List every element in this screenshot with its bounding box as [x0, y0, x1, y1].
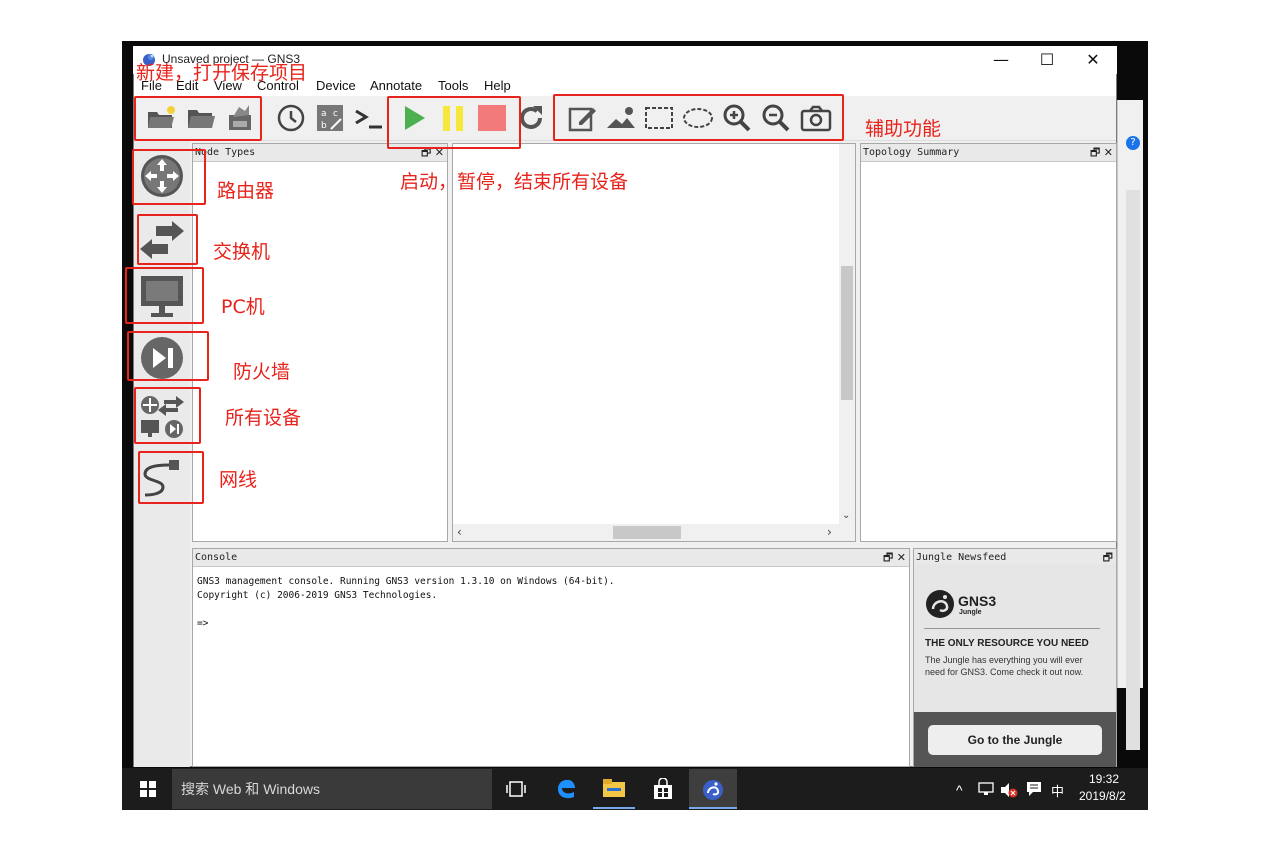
- chevron-right-icon[interactable]: ›: [827, 525, 832, 539]
- jungle-body: The Jungle has everything you will ever …: [925, 655, 1084, 677]
- panel-title: Topology Summary 🗗 ✕: [861, 144, 1116, 162]
- store-icon[interactable]: [652, 778, 674, 800]
- router-highlight: [132, 149, 206, 205]
- console-panel: Console 🗗 ✕ GNS3 management console. Runn…: [192, 548, 910, 767]
- close-button[interactable]: ✕: [1070, 48, 1116, 72]
- volume-muted-icon[interactable]: [1000, 782, 1018, 798]
- minimize-button[interactable]: —: [978, 48, 1024, 72]
- canvas-vertical-scroll-thumb[interactable]: [841, 266, 853, 400]
- clock-date[interactable]: 2019/8/2: [1079, 789, 1126, 803]
- edge-browser-icon[interactable]: [555, 777, 577, 799]
- jungle-newsfeed-title: Jungle Newsfeed: [916, 552, 1007, 563]
- panel-title: Console 🗗 ✕: [193, 549, 909, 567]
- canvas-vertical-scrollbar[interactable]: ⌄: [839, 144, 855, 524]
- console-title: Console: [195, 552, 238, 563]
- gns3-jungle-logo-icon: [926, 590, 954, 618]
- action-center-icon[interactable]: [1026, 781, 1042, 797]
- taskbar-search-box[interactable]: 搜索 Web 和 Windows: [172, 769, 492, 809]
- menu-device[interactable]: Device: [316, 78, 356, 93]
- annotation-cable: 网线: [219, 469, 258, 491]
- background-scrollbar[interactable]: [1126, 190, 1140, 750]
- firewall-highlight: [127, 331, 209, 381]
- go-to-jungle-button[interactable]: Go to the Jungle: [928, 725, 1102, 755]
- jungle-logo-text: GNS3: [958, 593, 997, 609]
- all-devices-highlight: [134, 387, 201, 444]
- help-icon[interactable]: ?: [1126, 136, 1140, 150]
- panel-float-close-buttons[interactable]: 🗗 ✕: [883, 549, 906, 566]
- tray-chevron-icon[interactable]: ^: [956, 782, 963, 798]
- windows-start-icon[interactable]: [140, 781, 156, 797]
- jungle-divider: [924, 628, 1100, 629]
- console-prompt[interactable]: =>: [197, 618, 208, 629]
- clock-time[interactable]: 19:32: [1089, 772, 1119, 786]
- console-all-button[interactable]: [351, 100, 387, 136]
- gns3-taskbar-icon: [703, 780, 723, 800]
- cable-highlight: [138, 451, 204, 504]
- svg-text:b: b: [321, 121, 327, 131]
- background-window-edge: ?: [1117, 100, 1143, 750]
- terminal-icon: [355, 109, 382, 129]
- canvas-horizontal-scrollbar[interactable]: ‹ ›: [453, 524, 855, 541]
- ime-indicator[interactable]: 中: [1051, 781, 1064, 800]
- svg-text:a: a: [321, 109, 327, 119]
- topology-canvas[interactable]: ⌄ ‹ ›: [452, 143, 856, 542]
- console-line: Copyright (c) 2006-2019 GNS3 Technologie…: [197, 590, 438, 601]
- annotation-start-pause-stop: 启动，暂停，结束所有设备: [400, 171, 629, 193]
- aux-tools-highlight: [553, 94, 844, 141]
- annotation-router: 路由器: [217, 180, 275, 202]
- annotation-firewall: 防火墙: [233, 361, 291, 383]
- menu-tools[interactable]: Tools: [438, 78, 468, 93]
- file-ops-highlight: [134, 96, 262, 141]
- panel-float-close-buttons[interactable]: 🗗 ✕: [1090, 144, 1113, 161]
- annotation-file-ops: 新建，打开保存项目: [136, 62, 308, 84]
- abc-labels-icon: a cb: [317, 105, 343, 131]
- annotation-switch: 交换机: [213, 241, 271, 263]
- annotation-aux: 辅助功能: [865, 118, 942, 140]
- annotation-pc: PC机: [221, 296, 265, 318]
- switch-highlight: [137, 214, 198, 265]
- topology-summary-panel: Topology Summary 🗗 ✕: [860, 143, 1117, 542]
- snapshot-button[interactable]: [273, 100, 309, 136]
- topology-summary-title: Topology Summary: [863, 147, 960, 158]
- svg-text:c: c: [333, 109, 338, 119]
- network-icon[interactable]: [978, 782, 994, 796]
- console-line: GNS3 management console. Running GNS3 ve…: [197, 576, 615, 587]
- gns3-task[interactable]: [689, 769, 737, 809]
- maximize-button[interactable]: ☐: [1024, 48, 1070, 72]
- canvas-horizontal-scroll-thumb[interactable]: [613, 526, 681, 539]
- run-controls-highlight: [387, 96, 521, 149]
- clock-icon: [277, 104, 305, 132]
- chevron-left-icon[interactable]: ‹: [457, 525, 462, 539]
- task-view-icon[interactable]: [506, 780, 526, 798]
- menu-help[interactable]: Help: [484, 78, 511, 93]
- file-explorer-icon: [603, 779, 625, 797]
- show-interface-labels-button[interactable]: acb: [312, 100, 348, 136]
- chevron-down-icon[interactable]: ⌄: [842, 510, 850, 521]
- menu-annotate[interactable]: Annotate: [370, 78, 422, 93]
- jungle-headline: THE ONLY RESOURCE YOU NEED: [925, 638, 1089, 649]
- file-explorer-task[interactable]: [593, 769, 635, 809]
- annotation-all-devices: 所有设备: [225, 407, 302, 429]
- pc-highlight: [125, 267, 204, 324]
- jungle-logo-subtext: Jungle: [959, 609, 982, 616]
